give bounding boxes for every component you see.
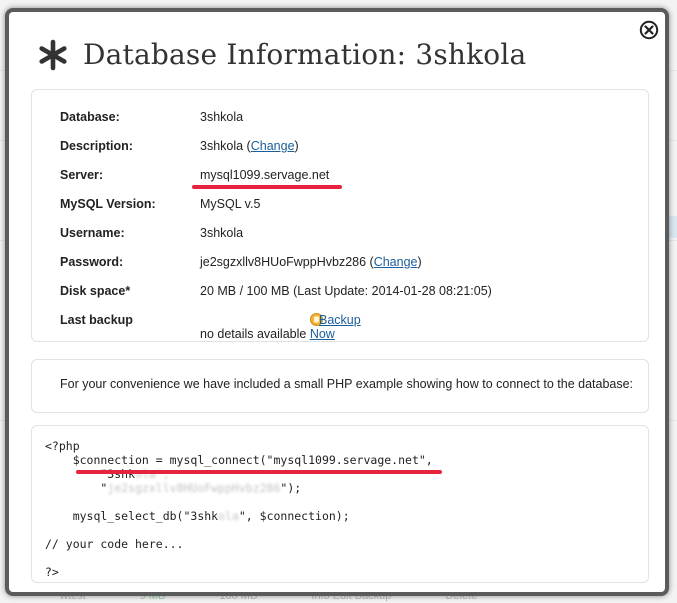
code-line-part-blurred: ola	[218, 509, 239, 523]
annotation-underline	[76, 470, 442, 474]
mysql-version-value: MySQL v.5	[200, 197, 261, 211]
database-value: 3shkola	[200, 110, 244, 124]
modal-header: Database Information: 3shkola	[37, 38, 526, 71]
description-label: Description:	[60, 139, 133, 153]
asterisk-icon	[39, 39, 67, 70]
last-backup-label: Last backup	[60, 313, 133, 327]
backup-link[interactable]: Backup	[319, 313, 361, 327]
code-line: mysql_select_db("3shkola", $connection);	[45, 509, 350, 523]
mysql-version-label: MySQL Version:	[60, 197, 156, 211]
code-line: // your code here...	[45, 537, 184, 551]
code-line: $connection = mysql_connect("mysql1099.s…	[45, 453, 433, 467]
last-backup-value: no details available Now	[200, 327, 335, 341]
password-label: Password:	[60, 255, 124, 269]
php-code: <?php $connection = mysql_connect("mysql…	[45, 439, 433, 579]
code-line-part: ");	[280, 481, 302, 495]
modal-title: Database Information: 3shkola	[83, 38, 527, 71]
database-info-modal: Database Information: 3shkola Database: …	[5, 8, 669, 596]
disk-space-value: 20 MB / 100 MB (Last Update: 2014-01-28 …	[200, 284, 492, 298]
password-value: je2sgzxllv8HUoFwppHvbz286 (Change)	[200, 255, 422, 269]
backup-link-wrap[interactable]: Backup	[310, 313, 361, 327]
description-suffix: )	[294, 139, 299, 153]
server-label: Server:	[60, 168, 104, 182]
code-line-part-blurred: je2sgzxllv8HUoFwppHvbz286	[107, 481, 281, 495]
change-password-link[interactable]: Change	[374, 255, 418, 269]
description-value: 3shkola (Change)	[200, 139, 299, 153]
password-text: je2sgzxllv8HUoFwppHvbz286 (	[200, 255, 374, 269]
disk-space-label: Disk space*	[60, 284, 131, 298]
username-value: 3shkola	[200, 226, 244, 240]
php-code-block: <?php $connection = mysql_connect("mysql…	[31, 425, 649, 583]
annotation-underline	[192, 185, 342, 189]
database-info-panel: Database: 3shkola Description: 3shkola (…	[31, 89, 649, 342]
code-line-part: ", $connection);	[238, 509, 350, 523]
code-line: "je2sgzxllv8HUoFwppHvbz286");	[45, 481, 301, 495]
last-backup-text: no details available	[200, 327, 307, 341]
backup-now-link[interactable]: Now	[310, 327, 335, 341]
close-icon[interactable]	[639, 20, 659, 40]
code-line: <?php	[45, 439, 80, 453]
php-example-notice: For your convenience we have included a …	[31, 359, 649, 413]
code-line-part: "	[45, 481, 108, 495]
username-label: Username:	[60, 226, 125, 240]
code-line-part: mysql_select_db("3shk	[45, 509, 219, 523]
description-text: 3shkola (	[200, 139, 251, 153]
php-example-description: For your convenience we have included a …	[60, 377, 634, 391]
code-line: ?>	[45, 565, 59, 579]
password-suffix: )	[417, 255, 422, 269]
change-description-link[interactable]: Change	[251, 139, 295, 153]
server-value: mysql1099.servage.net	[200, 168, 330, 182]
database-label: Database:	[60, 110, 120, 124]
